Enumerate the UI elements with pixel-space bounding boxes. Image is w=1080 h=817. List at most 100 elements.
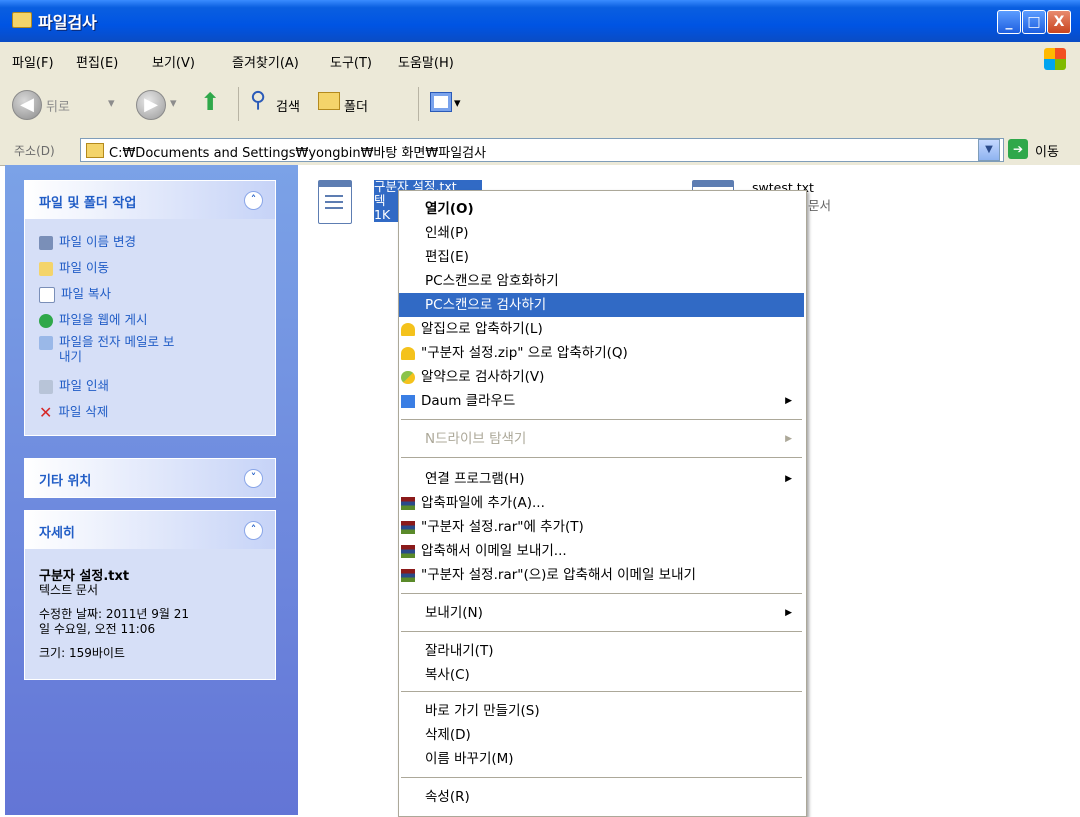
menu-item-alzip-zip[interactable]: "구분자 설정.zip" 으로 압축하기(Q) [399, 341, 804, 365]
menu-file[interactable]: 파일(F) [12, 52, 54, 71]
minimize-button[interactable]: _ [997, 10, 1021, 34]
panel-header[interactable]: 기타 위치 ˅ [25, 459, 275, 497]
menu-item-daum-cloud[interactable]: Daum 클라우드 ▶ [399, 389, 804, 413]
menu-favorites[interactable]: 즐겨찾기(A) [232, 52, 299, 71]
task-publish-web[interactable]: 파일을 웹에 게시 [39, 309, 147, 328]
menu-item-label[interactable]: 압축해서 이메일 보내기... [421, 539, 567, 563]
menu-item-label[interactable]: PC스캔으로 검사하기 [425, 293, 546, 317]
menu-item-pcscan-encrypt[interactable]: PC스캔으로 암호화하기 [399, 269, 804, 293]
title-bar[interactable]: 파일검사 _ □ X [0, 0, 1080, 43]
menu-item-cut[interactable]: 잘라내기(T) [399, 639, 804, 663]
menu-item-label[interactable]: 알집으로 압축하기(L) [421, 317, 543, 341]
menu-item-label[interactable]: "구분자 설정.rar"에 추가(T) [421, 515, 584, 539]
task-label[interactable]: 파일 복사 [61, 286, 111, 301]
search-button-label[interactable]: 검색 [276, 96, 300, 115]
close-button[interactable]: X [1047, 10, 1071, 34]
menu-item-rar-email-named[interactable]: "구분자 설정.rar"(으)로 압축해서 이메일 보내기 [399, 563, 804, 587]
menu-item-label[interactable]: PC스캔으로 암호화하기 [425, 269, 559, 293]
folders-button-label[interactable]: 폴더 [344, 96, 368, 115]
menu-item-label[interactable]: 편집(E) [425, 245, 469, 269]
menu-tools[interactable]: 도구(T) [330, 52, 372, 71]
menu-item-label[interactable]: Daum 클라우드 [421, 389, 515, 413]
menu-item-create-shortcut[interactable]: 바로 가기 만들기(S) [399, 699, 804, 723]
address-field[interactable]: C:₩Documents and Settings₩yongbin₩바탕 화면₩… [80, 138, 1004, 162]
task-label[interactable]: 내기 [59, 349, 82, 364]
menu-item-label[interactable]: 연결 프로그램(H) [425, 467, 525, 491]
panel-header[interactable]: 파일 및 폴더 작업 ˄ [25, 181, 275, 219]
back-arrow-icon[interactable]: ◀ [12, 90, 42, 120]
task-print[interactable]: 파일 인쇄 [39, 375, 109, 394]
menu-item-label[interactable]: 삭제(D) [425, 723, 471, 747]
back-button-label[interactable]: 뒤로 [46, 96, 70, 115]
go-button-label[interactable]: 이동 [1035, 141, 1059, 160]
task-email[interactable]: 파일을 전자 메일로 보 내기 [39, 335, 174, 363]
file-type[interactable]: 문서 [808, 195, 831, 214]
file-size-partial[interactable]: 1K [374, 208, 398, 222]
file-tasks-title[interactable]: 파일 및 폴더 작업 [39, 192, 136, 211]
task-label[interactable]: 파일 삭제 [58, 404, 108, 419]
views-icon[interactable] [430, 92, 452, 112]
task-label[interactable]: 파일 이름 변경 [59, 234, 136, 249]
menu-item-label[interactable]: 열기(O) [425, 197, 474, 221]
menu-view[interactable]: 보기(V) [152, 52, 195, 71]
menu-item-alzip-compress[interactable]: 알집으로 압축하기(L) [399, 317, 804, 341]
task-label[interactable]: 파일 이동 [59, 260, 109, 275]
menu-item-label[interactable]: "구분자 설정.rar"(으)로 압축해서 이메일 보내기 [421, 563, 696, 587]
menu-item-label[interactable]: "구분자 설정.zip" 으로 압축하기(Q) [421, 341, 628, 365]
menu-item-send-to[interactable]: 보내기(N) ▶ [399, 601, 804, 625]
submenu-arrow-icon: ▶ [785, 608, 792, 618]
task-label[interactable]: 파일을 전자 메일로 보 [59, 334, 174, 349]
menu-item-print[interactable]: 인쇄(P) [399, 221, 804, 245]
collapse-chevron-icon[interactable]: ˄ [244, 191, 263, 210]
views-dropdown-icon[interactable]: ▾ [454, 96, 461, 111]
expand-chevron-icon[interactable]: ˅ [244, 469, 263, 488]
menu-item-edit[interactable]: 편집(E) [399, 245, 804, 269]
menu-item-label[interactable]: 인쇄(P) [425, 221, 469, 245]
task-label[interactable]: 파일 인쇄 [59, 378, 109, 393]
menu-item-label[interactable]: 이름 바꾸기(M) [425, 747, 514, 771]
menu-item-label[interactable]: 복사(C) [425, 663, 470, 687]
address-path[interactable]: C:₩Documents and Settings₩yongbin₩바탕 화면₩… [109, 142, 486, 161]
menu-item-copy[interactable]: 복사(C) [399, 663, 804, 687]
menu-item-delete[interactable]: 삭제(D) [399, 723, 804, 747]
menu-item-rar-email[interactable]: 압축해서 이메일 보내기... [399, 539, 804, 563]
menu-item-label[interactable]: 속성(R) [425, 785, 470, 809]
menu-item-open[interactable]: 열기(O) [399, 197, 804, 221]
menu-item-open-with[interactable]: 연결 프로그램(H) ▶ [399, 467, 804, 491]
task-copy[interactable]: 파일 복사 [39, 283, 111, 303]
search-icon[interactable]: ⚲ [250, 88, 266, 113]
menu-help[interactable]: 도움말(H) [398, 52, 454, 71]
forward-dropdown-icon[interactable]: ▾ [170, 96, 177, 111]
details-title[interactable]: 자세히 [39, 522, 75, 541]
go-arrow-icon[interactable]: ➔ [1008, 139, 1028, 159]
menu-item-label[interactable]: 알약으로 검사하기(V) [421, 365, 544, 389]
task-move[interactable]: 파일 이동 [39, 257, 109, 276]
menu-item-label[interactable]: 보내기(N) [425, 601, 483, 625]
other-places-panel: 기타 위치 ˅ [24, 458, 276, 498]
address-label: 주소(D) [14, 144, 55, 158]
menu-item-rename[interactable]: 이름 바꾸기(M) [399, 747, 804, 771]
back-dropdown-icon[interactable]: ▾ [108, 96, 115, 111]
task-rename[interactable]: 파일 이름 변경 [39, 231, 136, 250]
menu-item-label[interactable]: 압축파일에 추가(A)... [421, 491, 545, 515]
menu-item-label[interactable]: 잘라내기(T) [425, 639, 493, 663]
collapse-chevron-icon[interactable]: ˄ [244, 521, 263, 540]
panel-header[interactable]: 자세히 ˄ [25, 511, 275, 549]
other-places-title[interactable]: 기타 위치 [39, 470, 91, 489]
menu-item-pcscan-scan[interactable]: PC스캔으로 검사하기 [399, 293, 804, 317]
folder-up-icon[interactable]: ⬆ [200, 88, 220, 116]
folders-icon[interactable] [318, 92, 340, 110]
file-type-partial[interactable]: 텍 [374, 194, 398, 208]
menu-item-alyac-scan[interactable]: 알약으로 검사하기(V) [399, 365, 804, 389]
menu-item-label[interactable]: 바로 가기 만들기(S) [425, 699, 540, 723]
menu-item-rar-add-named[interactable]: "구분자 설정.rar"에 추가(T) [399, 515, 804, 539]
forward-arrow-icon[interactable]: ▶ [136, 90, 166, 120]
menu-item-rar-add[interactable]: 압축파일에 추가(A)... [399, 491, 804, 515]
text-file-icon[interactable] [318, 180, 352, 224]
maximize-button[interactable]: □ [1022, 10, 1046, 34]
task-delete[interactable]: ✕ 파일 삭제 [39, 401, 108, 422]
task-label[interactable]: 파일을 웹에 게시 [59, 312, 147, 327]
menu-item-properties[interactable]: 속성(R) [399, 785, 804, 809]
address-dropdown-icon[interactable]: ▼ [978, 139, 1000, 161]
menu-edit[interactable]: 편집(E) [76, 52, 118, 71]
